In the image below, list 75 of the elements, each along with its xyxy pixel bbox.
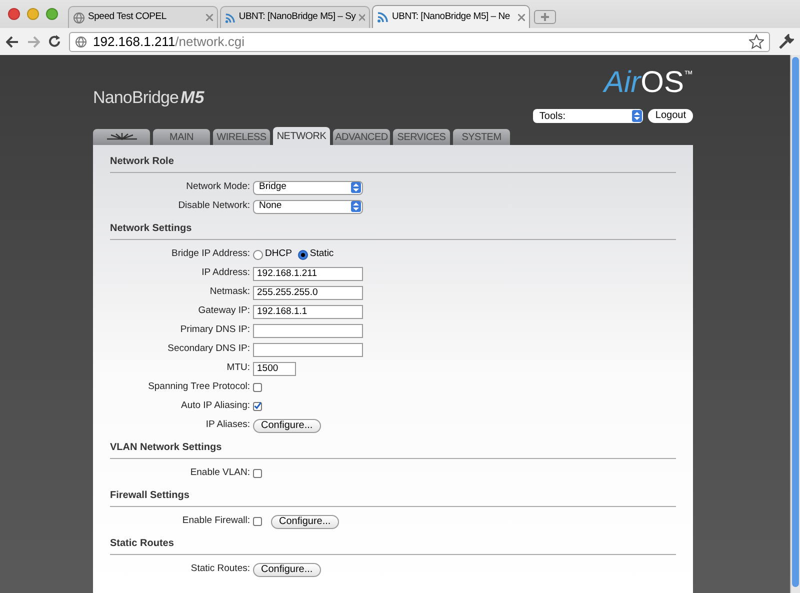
nav-tab[interactable]: MAIN — [153, 129, 210, 145]
nav-tab[interactable] — [93, 129, 150, 145]
dropdown[interactable]: None — [253, 200, 363, 214]
field-label: MTU: — [226, 361, 250, 376]
nav-tab[interactable]: WIRELESS — [213, 129, 270, 145]
section-heading: VLAN Network Settings — [110, 440, 676, 459]
model-name: M5 — [180, 87, 204, 109]
configure-button[interactable]: Configure... — [271, 514, 339, 528]
field-label: Secondary DNS IP: — [166, 342, 250, 356]
configure-button[interactable]: Configure... — [253, 562, 321, 576]
airos-logo: AirOS™ — [604, 68, 693, 98]
reload-icon[interactable] — [48, 35, 61, 48]
browser-tab[interactable]: UBNT: [NanoBridge M5] – Sy — [220, 6, 370, 28]
close-window-icon[interactable] — [8, 8, 20, 20]
field-label: Auto IP Aliasing: — [180, 399, 250, 414]
input-field[interactable]: 255.255.255.0 — [253, 286, 363, 300]
browser-tab[interactable]: UBNT: [NanoBridge M5] – Ne — [372, 5, 530, 28]
radio-option[interactable]: DHCP — [253, 247, 292, 262]
field-label: IP Address: — [200, 266, 250, 280]
field-label: Disable Network: — [177, 199, 250, 214]
close-tab-icon[interactable] — [358, 14, 365, 21]
browser-tab[interactable]: Speed Test COPEL — [68, 6, 218, 28]
maximize-window-icon[interactable] — [46, 8, 58, 20]
section-heading: Static Routes — [110, 536, 676, 555]
dropdown-arrows-icon — [351, 182, 361, 193]
radio-option[interactable]: Static — [298, 247, 334, 262]
field-label: Enable VLAN: — [189, 466, 250, 480]
wifi-signal-icon — [225, 12, 236, 24]
field-label: Gateway IP: — [197, 304, 250, 318]
scrollbar[interactable] — [790, 55, 800, 593]
field-label: Primary DNS IP: — [179, 323, 250, 338]
minimize-window-icon[interactable] — [27, 8, 39, 20]
input-field[interactable]: 192.168.1.211 — [253, 266, 363, 280]
field-label: Bridge IP Address: — [170, 247, 250, 262]
input-field[interactable]: 1500 — [253, 362, 296, 376]
checkbox[interactable] — [253, 402, 262, 411]
nav-tab[interactable]: SERVICES — [393, 129, 450, 145]
ubiquiti-logo-icon — [106, 133, 136, 141]
wrench-icon[interactable] — [778, 34, 794, 50]
field-label: Network Mode: — [185, 180, 250, 194]
plus-icon — [541, 13, 549, 21]
nav-tab[interactable]: SYSTEM — [453, 129, 510, 145]
nav-tab[interactable]: NETWORK — [273, 127, 330, 145]
field-label: Enable Firewall: — [181, 514, 250, 528]
new-tab-button[interactable] — [534, 10, 556, 24]
address-bar[interactable]: 192.168.1.211/network.cgi — [69, 32, 770, 52]
input-field[interactable] — [253, 342, 363, 356]
checkbox[interactable] — [253, 517, 262, 526]
logout-button[interactable]: Logout — [648, 109, 693, 123]
input-field[interactable] — [253, 324, 363, 338]
dropdown-arrows-icon — [351, 201, 361, 212]
dropdown-arrows-icon — [632, 110, 642, 122]
field-label: Static Routes: — [190, 562, 250, 576]
section-heading: Network Settings — [110, 221, 676, 240]
section-heading: Network Role — [110, 154, 676, 173]
globe-icon — [75, 36, 87, 48]
nav-tab[interactable]: ADVANCED — [333, 129, 390, 145]
globe-icon — [73, 12, 85, 24]
product-name: NanoBridge — [93, 87, 179, 109]
field-label: Netmask: — [208, 285, 250, 300]
checkbox[interactable] — [253, 383, 262, 392]
tools-select[interactable]: Tools: — [533, 109, 644, 123]
close-tab-icon[interactable] — [518, 14, 525, 20]
url-text: 192.168.1.211/network.cgi — [93, 32, 245, 51]
checkbox[interactable] — [253, 469, 262, 478]
input-field[interactable]: 192.168.1.1 — [253, 304, 363, 318]
back-arrow-icon[interactable] — [6, 36, 19, 48]
wifi-signal-icon — [377, 11, 389, 23]
dropdown[interactable]: Bridge — [253, 180, 363, 194]
field-label: Spanning Tree Protocol: — [147, 380, 250, 394]
configure-button[interactable]: Configure... — [253, 418, 321, 432]
field-label: IP Aliases: — [204, 418, 250, 432]
section-heading: Firewall Settings — [110, 488, 676, 507]
close-tab-icon[interactable] — [206, 14, 213, 21]
star-icon[interactable] — [749, 34, 764, 49]
